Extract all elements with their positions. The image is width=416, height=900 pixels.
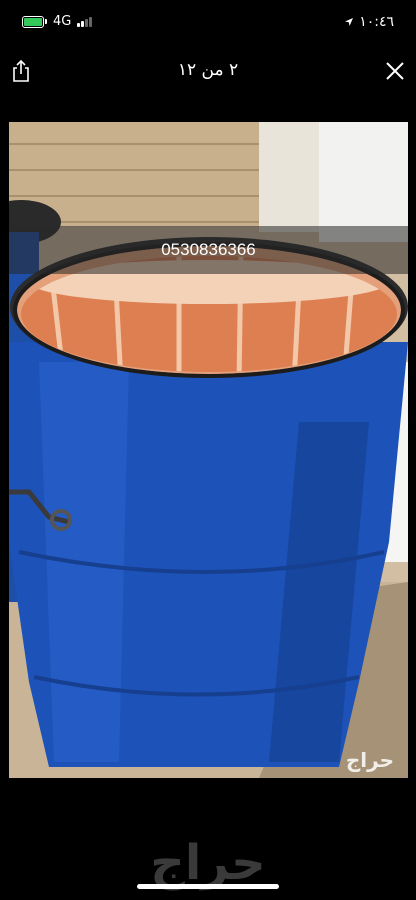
battery-tip [45,19,47,24]
clock: ١٠:٤٦ [359,14,394,30]
home-indicator[interactable] [137,884,279,889]
status-bar: 4G ١٠:٤٦ [0,0,416,48]
status-right: ١٠:٤٦ [344,14,394,30]
viewer-header: ٢ من ١٢ [0,48,416,94]
battery-icon [22,15,44,28]
close-button[interactable] [378,54,412,88]
close-icon [386,62,404,80]
phone-number-overlay[interactable]: 0530836366 [9,226,408,274]
image-counter: ٢ من ١٢ [177,60,239,80]
signal-icon [77,16,92,27]
location-arrow-icon [345,18,354,26]
barrel-image [9,122,408,778]
listing-photo[interactable]: 0530836366 حراج [9,122,408,778]
status-left: 4G [22,14,92,29]
haraj-logo: حراج [150,835,266,891]
photo-watermark: حراج [345,748,394,772]
network-label: 4G [53,14,72,29]
